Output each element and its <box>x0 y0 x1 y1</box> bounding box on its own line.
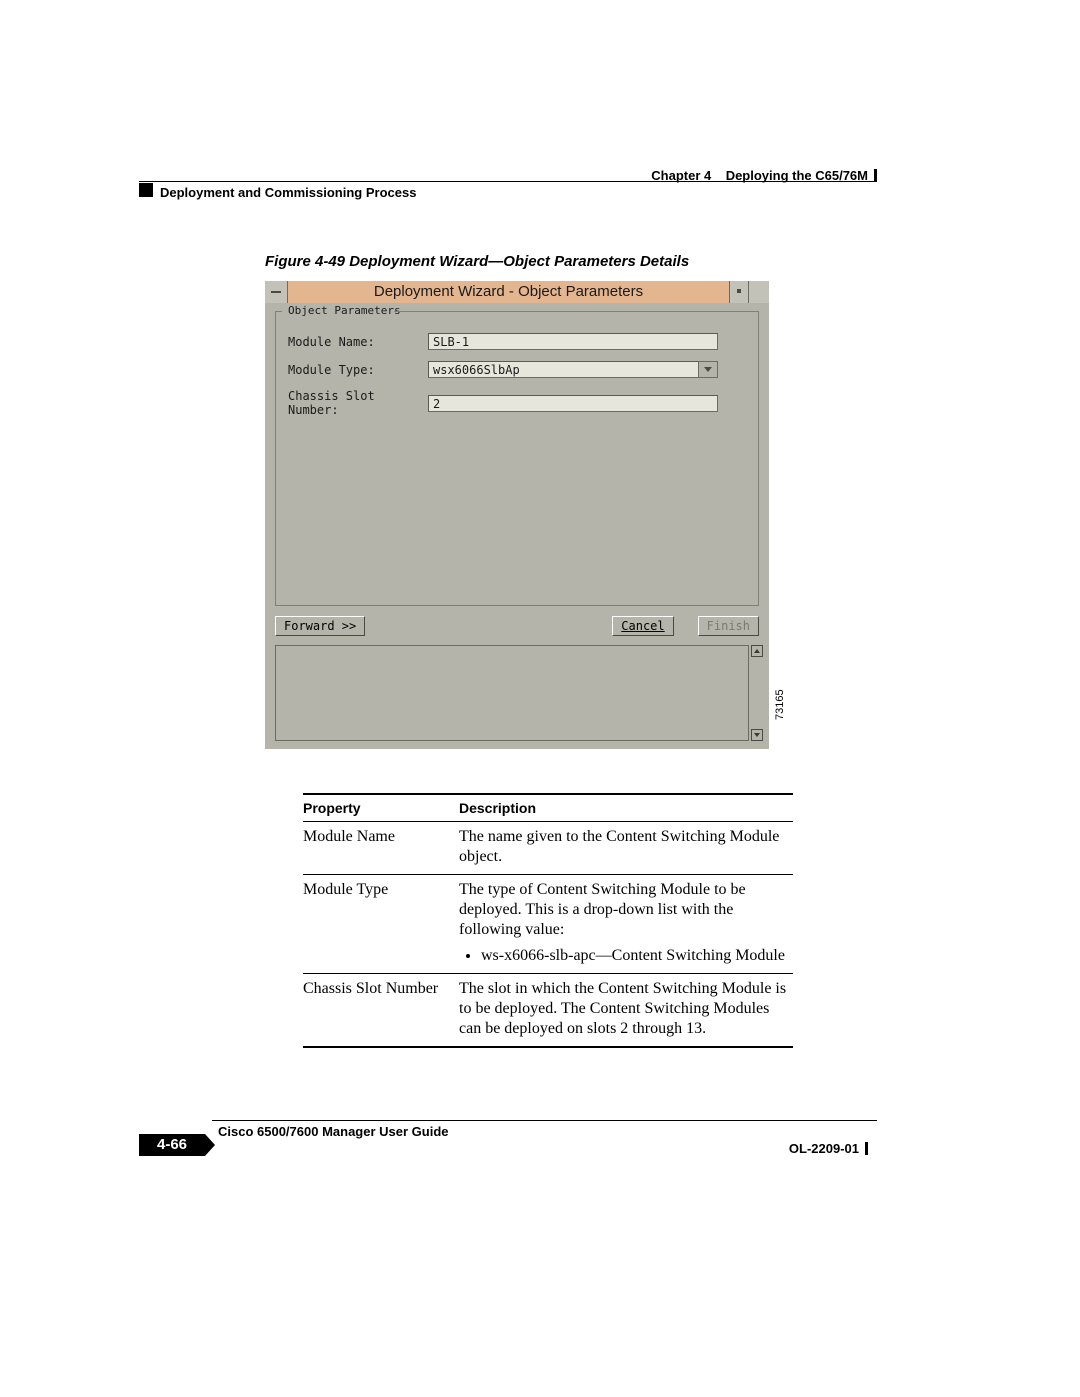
header-marker-block <box>139 183 153 197</box>
page-number: 4-66 <box>139 1134 205 1156</box>
object-parameters-group: Object Parameters Module Name: SLB-1 Mod… <box>275 311 759 606</box>
window-control-icon[interactable] <box>729 281 748 303</box>
table-row: Chassis Slot Number The slot in which th… <box>303 974 793 1048</box>
footer-guide-title: Cisco 6500/7600 Manager User Guide <box>218 1124 449 1139</box>
dropdown-module-type[interactable]: wsx6066SlbAp <box>428 361 718 378</box>
cell-property: Module Type <box>303 875 459 974</box>
cell-property: Chassis Slot Number <box>303 974 459 1048</box>
window-menu-icon[interactable] <box>265 281 288 303</box>
button-row: Forward >> Cancel Finish <box>275 613 759 639</box>
th-description: Description <box>459 794 793 822</box>
forward-button[interactable]: Forward >> <box>275 616 365 636</box>
cell-description: The name given to the Content Switching … <box>459 822 793 875</box>
scroll-down-icon[interactable] <box>751 729 763 741</box>
page-number-arrow-icon <box>205 1134 215 1156</box>
cancel-button[interactable]: Cancel <box>612 616 673 636</box>
finish-button: Finish <box>698 616 759 636</box>
label-chassis-slot: Chassis Slot Number: <box>288 389 428 417</box>
chapter-label: Chapter 4 <box>651 168 711 183</box>
cell-description: The slot in which the Content Switching … <box>459 974 793 1048</box>
screenshot-deployment-wizard: Deployment Wizard - Object Parameters Ob… <box>265 281 769 749</box>
input-chassis-slot[interactable]: 2 <box>428 395 718 412</box>
label-module-name: Module Name: <box>288 335 428 349</box>
th-property: Property <box>303 794 459 822</box>
header-end-bar <box>874 169 877 182</box>
input-module-type[interactable]: wsx6066SlbAp <box>428 361 698 378</box>
cell-property: Module Name <box>303 822 459 875</box>
cell-bullet: ws-x6066-slb-apc—Content Switching Modul… <box>481 946 787 966</box>
row-module-name: Module Name: SLB-1 <box>288 333 718 350</box>
cell-description: The type of Content Switching Module to … <box>459 875 793 974</box>
header-chapter: Chapter 4 Deploying the C65/76M <box>651 168 877 183</box>
figure-caption: Figure 4-49 Deployment Wizard—Object Par… <box>265 253 689 270</box>
dialog-body: Object Parameters Module Name: SLB-1 Mod… <box>267 303 767 747</box>
table-row: Module Type The type of Content Switchin… <box>303 875 793 974</box>
cell-description-text: The type of Content Switching Module to … <box>459 881 746 938</box>
chapter-title: Deploying the C65/76M <box>726 168 868 183</box>
dialog-title: Deployment Wizard - Object Parameters <box>288 281 729 303</box>
table-row: Module Name The name given to the Conten… <box>303 822 793 875</box>
row-module-type: Module Type: wsx6066SlbAp <box>288 361 718 378</box>
property-table: Property Description Module Name The nam… <box>303 793 793 1048</box>
scroll-up-icon[interactable] <box>751 645 763 657</box>
group-label: Object Parameters <box>286 304 403 317</box>
figure-image-id: 73165 <box>774 689 786 720</box>
window-resize-icon[interactable] <box>748 281 769 303</box>
footer-rule <box>212 1120 877 1121</box>
chevron-down-icon[interactable] <box>698 361 718 378</box>
log-textarea[interactable] <box>275 645 749 741</box>
header-section: Deployment and Commissioning Process <box>160 185 416 200</box>
input-module-name[interactable]: SLB-1 <box>428 333 718 350</box>
log-scrollbar[interactable] <box>751 645 763 741</box>
table-header-row: Property Description <box>303 794 793 822</box>
footer-doc-id: OL-2209-01 <box>789 1141 868 1156</box>
label-module-type: Module Type: <box>288 363 428 377</box>
dialog-titlebar: Deployment Wizard - Object Parameters <box>265 281 769 303</box>
footer-end-bar <box>865 1142 868 1155</box>
doc-id-text: OL-2209-01 <box>789 1141 859 1156</box>
row-chassis-slot: Chassis Slot Number: 2 <box>288 389 718 417</box>
